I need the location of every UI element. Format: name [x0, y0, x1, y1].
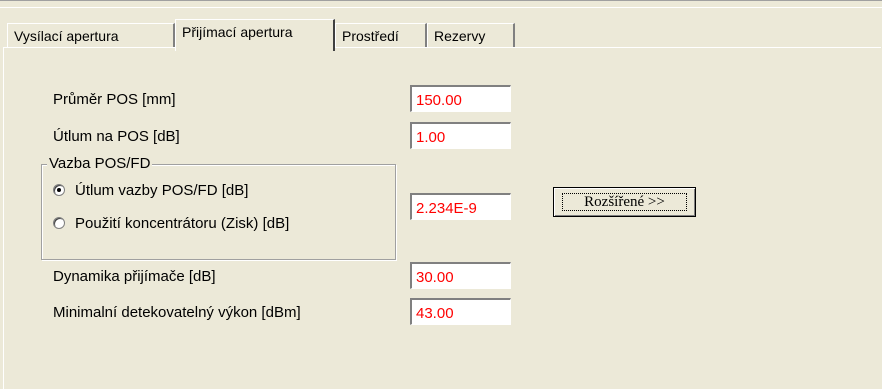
- tab-label: Vysílací apertura: [14, 28, 119, 44]
- rozsirene-button[interactable]: Rozšířené >>: [553, 187, 696, 217]
- prumer-pos-input[interactable]: [410, 85, 511, 112]
- vazba-value-input[interactable]: [410, 193, 511, 220]
- tab-label: Rezervy: [434, 28, 486, 44]
- prumer-pos-label: Průměr POS [mm]: [53, 91, 176, 108]
- dynamika-input[interactable]: [410, 262, 511, 289]
- rozsirene-button-label: Rozšířené >>: [584, 194, 665, 210]
- top-separator: [0, 7, 882, 8]
- group-title: Vazba POS/FD: [47, 155, 153, 172]
- tab-label: Přijímací apertura: [182, 24, 293, 40]
- min-vykon-input[interactable]: [410, 298, 511, 325]
- dialog-window: Vysílací apertura Přijímací apertura Pro…: [0, 0, 882, 389]
- radio-label: Použití koncentrátoru (Zisk) [dB]: [75, 214, 290, 232]
- radio-utlum-vazby[interactable]: Útlum vazby POS/FD [dB]: [53, 180, 248, 200]
- radio-button-icon[interactable]: [53, 217, 65, 229]
- focus-rectangle: Rozšířené >>: [562, 193, 687, 211]
- radio-label: Útlum vazby POS/FD [dB]: [75, 181, 249, 199]
- tab-bar: Vysílací apertura Přijímací apertura Pro…: [3, 13, 882, 51]
- dynamika-label: Dynamika přijímače [dB]: [53, 268, 216, 285]
- utlum-pos-input[interactable]: [410, 122, 511, 149]
- vazba-pos-fd-group: Vazba POS/FD Útlum vazby POS/FD [dB] Pou…: [41, 155, 396, 260]
- tab-panel-prijimaci-apertura: Průměr POS [mm] Útlum na POS [dB] Vazba …: [3, 47, 881, 389]
- tab-vysilaci-apertura[interactable]: Vysílací apertura: [7, 23, 175, 49]
- min-vykon-label: Minimalní detekovatelný výkon [dBm]: [53, 304, 301, 321]
- tab-rezervy[interactable]: Rezervy: [427, 23, 515, 49]
- radio-pouziti-koncentratoru[interactable]: Použití koncentrátoru (Zisk) [dB]: [53, 213, 289, 233]
- radio-button-checked-icon[interactable]: [53, 184, 65, 196]
- utlum-pos-label: Útlum na POS [dB]: [53, 128, 180, 145]
- tab-label: Prostředí: [342, 28, 399, 44]
- tab-prostredi[interactable]: Prostředí: [335, 23, 427, 49]
- tab-prijimaci-apertura[interactable]: Přijímací apertura: [175, 19, 335, 51]
